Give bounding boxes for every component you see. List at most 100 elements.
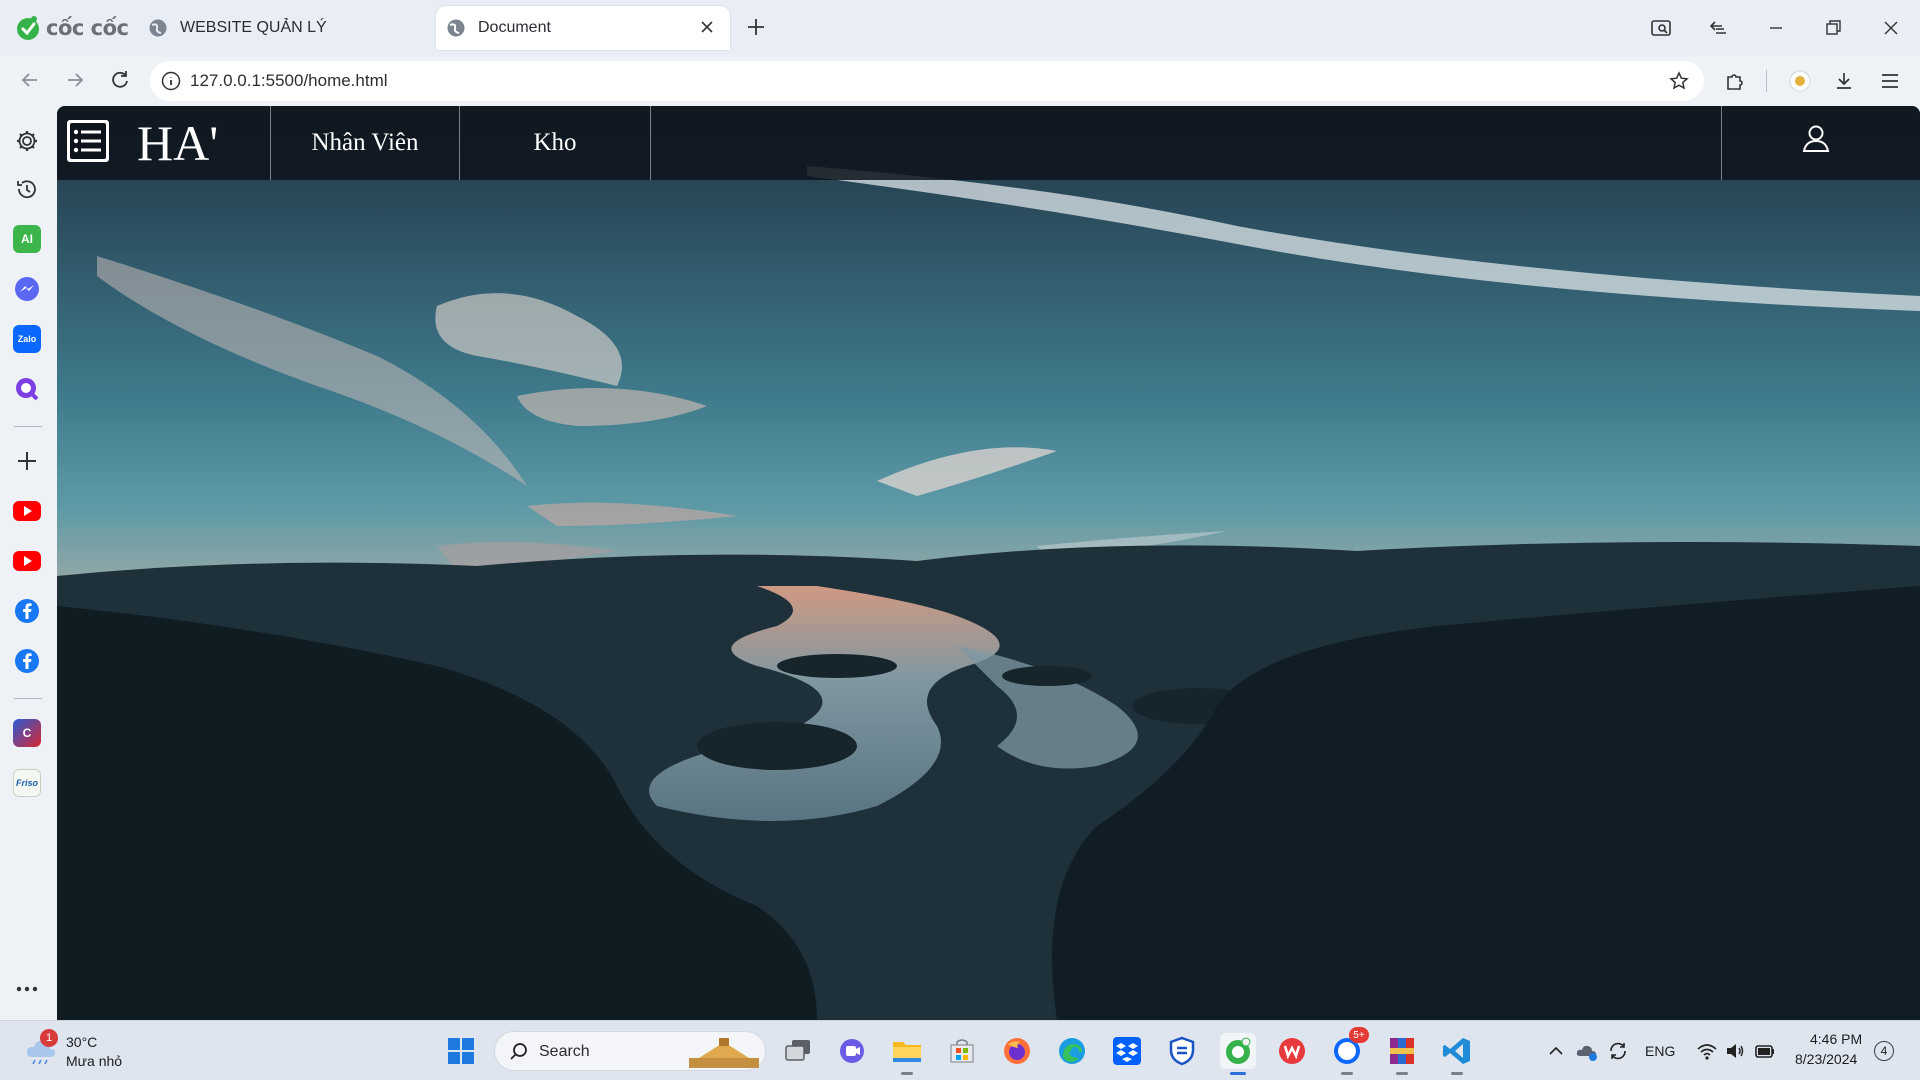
chat-icon <box>840 1039 864 1063</box>
site-info-icon[interactable] <box>160 70 182 92</box>
extensions-icon[interactable] <box>1722 68 1748 94</box>
zalo-icon: Zalo <box>13 325 41 353</box>
tab-switch-icon[interactable] <box>1706 16 1730 40</box>
sidebar-divider <box>14 426 42 427</box>
tab-website-quan-ly[interactable]: WEBSITE QUẢN LÝ <box>140 6 430 50</box>
language-indicator[interactable]: ENG <box>1645 1043 1675 1059</box>
sidebar-friso[interactable]: Friso <box>12 768 42 798</box>
bookmark-star-icon[interactable] <box>1668 70 1690 92</box>
site-header: HA' Nhân Viên Kho <box>57 106 1920 180</box>
teams-chat-button[interactable] <box>834 1033 870 1069</box>
edge-icon <box>1059 1038 1085 1064</box>
dropbox-icon <box>1113 1037 1141 1065</box>
battery-icon[interactable] <box>1753 1039 1777 1063</box>
sidebar-ai[interactable]: AI <box>12 224 42 254</box>
firefox-button[interactable] <box>999 1033 1035 1069</box>
sidebar-add[interactable] <box>12 446 42 476</box>
browser-sidebar: AI Zalo C Friso <box>0 106 57 1020</box>
search-highlight-art-icon <box>689 1038 759 1068</box>
nav-divider <box>650 106 651 180</box>
sunset-lake-background-image <box>57 166 1920 1020</box>
security-app-button[interactable] <box>1164 1033 1200 1069</box>
reload-icon[interactable] <box>107 67 133 93</box>
sidebar-youtube-1[interactable] <box>12 496 42 526</box>
browser-tab-strip: cốc cốc WEBSITE QUẢN LÝ Document <box>0 0 1920 56</box>
sidebar-messenger[interactable] <box>12 274 42 304</box>
weather-alert-badge: 1 <box>40 1029 58 1047</box>
volume-icon[interactable] <box>1723 1039 1747 1063</box>
sidebar-settings[interactable] <box>12 126 42 156</box>
edge-button[interactable] <box>1054 1033 1090 1069</box>
minimize-icon[interactable] <box>1764 16 1788 40</box>
zalo-taskbar-button[interactable]: 5+ <box>1329 1027 1369 1075</box>
menu-list-icon[interactable] <box>67 120 109 162</box>
browser-toolbar: 127.0.0.1:5500/home.html <box>0 56 1920 106</box>
url-text: 127.0.0.1:5500/home.html <box>190 71 388 90</box>
winrar-icon <box>1390 1038 1414 1064</box>
notification-count-badge[interactable]: 4 <box>1874 1041 1894 1061</box>
coccoc-icon <box>1226 1037 1251 1064</box>
messenger-icon <box>15 277 39 301</box>
sync-icon[interactable] <box>1606 1039 1630 1063</box>
windows-logo-icon <box>448 1038 474 1064</box>
sidebar-history[interactable] <box>12 174 42 204</box>
ai-assistant-icon: AI <box>13 225 41 253</box>
tab-title: WEBSITE QUẢN LÝ <box>180 19 327 36</box>
friso-icon: Friso <box>13 769 41 797</box>
user-account-button[interactable] <box>1721 106 1920 180</box>
start-button[interactable] <box>443 1033 479 1069</box>
globe-icon <box>447 19 465 37</box>
weather-description: Mưa nhỏ <box>66 1053 123 1069</box>
sidebar-zalo[interactable]: Zalo <box>12 324 42 354</box>
weather-temperature: 30°C <box>66 1034 98 1050</box>
site-logo[interactable]: HA' <box>137 114 218 172</box>
new-tab-icon[interactable] <box>744 15 768 39</box>
download-icon[interactable] <box>1831 68 1857 94</box>
page-viewport: HA' Nhân Viên Kho <box>57 106 1920 1020</box>
sidebar-facebook-1[interactable] <box>12 596 42 626</box>
sidebar-more[interactable] <box>12 974 42 1004</box>
taskbar-search[interactable]: Search <box>494 1031 766 1071</box>
facebook-icon <box>15 599 39 623</box>
wifi-icon[interactable] <box>1695 1039 1719 1063</box>
coccoc-brand[interactable]: cốc cốc <box>14 12 129 44</box>
clock-time[interactable]: 4:46 PM <box>1810 1031 1862 1047</box>
store-icon <box>950 1039 974 1063</box>
sidebar-search-app[interactable] <box>12 374 42 404</box>
coccoc-logo-icon <box>17 16 39 40</box>
microsoft-store-button[interactable] <box>944 1033 980 1069</box>
zalo-notification-badge: 5+ <box>1349 1027 1369 1043</box>
toolbar-separator <box>1766 70 1767 92</box>
dropbox-button[interactable] <box>1109 1033 1145 1069</box>
sidebar-game-app[interactable]: C <box>12 718 42 748</box>
vscode-button[interactable] <box>1439 1033 1475 1075</box>
restore-icon[interactable] <box>1821 16 1845 40</box>
sidebar-facebook-2[interactable] <box>12 646 42 676</box>
onedrive-icon[interactable] <box>1575 1039 1599 1063</box>
address-bar[interactable]: 127.0.0.1:5500/home.html <box>150 61 1704 101</box>
coccoc-taskbar-button[interactable] <box>1220 1033 1256 1075</box>
nav-link-nhan-vien[interactable]: Nhân Viên <box>270 106 459 180</box>
globe-icon <box>149 19 167 37</box>
back-icon[interactable] <box>17 67 43 93</box>
sidebar-youtube-2[interactable] <box>12 546 42 576</box>
close-tab-icon[interactable] <box>698 18 716 36</box>
screen-capture-icon[interactable] <box>1649 16 1673 40</box>
wps-icon <box>1279 1038 1305 1064</box>
winrar-button[interactable] <box>1384 1033 1420 1075</box>
firefox-icon <box>1004 1038 1030 1064</box>
menu-hamburger-icon[interactable] <box>1877 68 1903 94</box>
forward-icon[interactable] <box>62 67 88 93</box>
wps-office-button[interactable] <box>1274 1033 1310 1069</box>
show-hidden-icons-icon[interactable] <box>1544 1039 1568 1063</box>
history-icon <box>17 180 36 199</box>
youtube-icon <box>13 501 41 521</box>
weather-widget[interactable]: 1 30°C Mưa nhỏ <box>22 1029 142 1073</box>
clock-date[interactable]: 8/23/2024 <box>1795 1051 1857 1067</box>
tab-document[interactable]: Document <box>436 6 730 50</box>
nav-link-kho[interactable]: Kho <box>459 106 650 180</box>
profile-avatar-icon[interactable] <box>1787 68 1813 94</box>
close-window-icon[interactable] <box>1879 16 1903 40</box>
task-view-button[interactable] <box>780 1033 816 1069</box>
file-explorer-button[interactable] <box>889 1033 925 1075</box>
